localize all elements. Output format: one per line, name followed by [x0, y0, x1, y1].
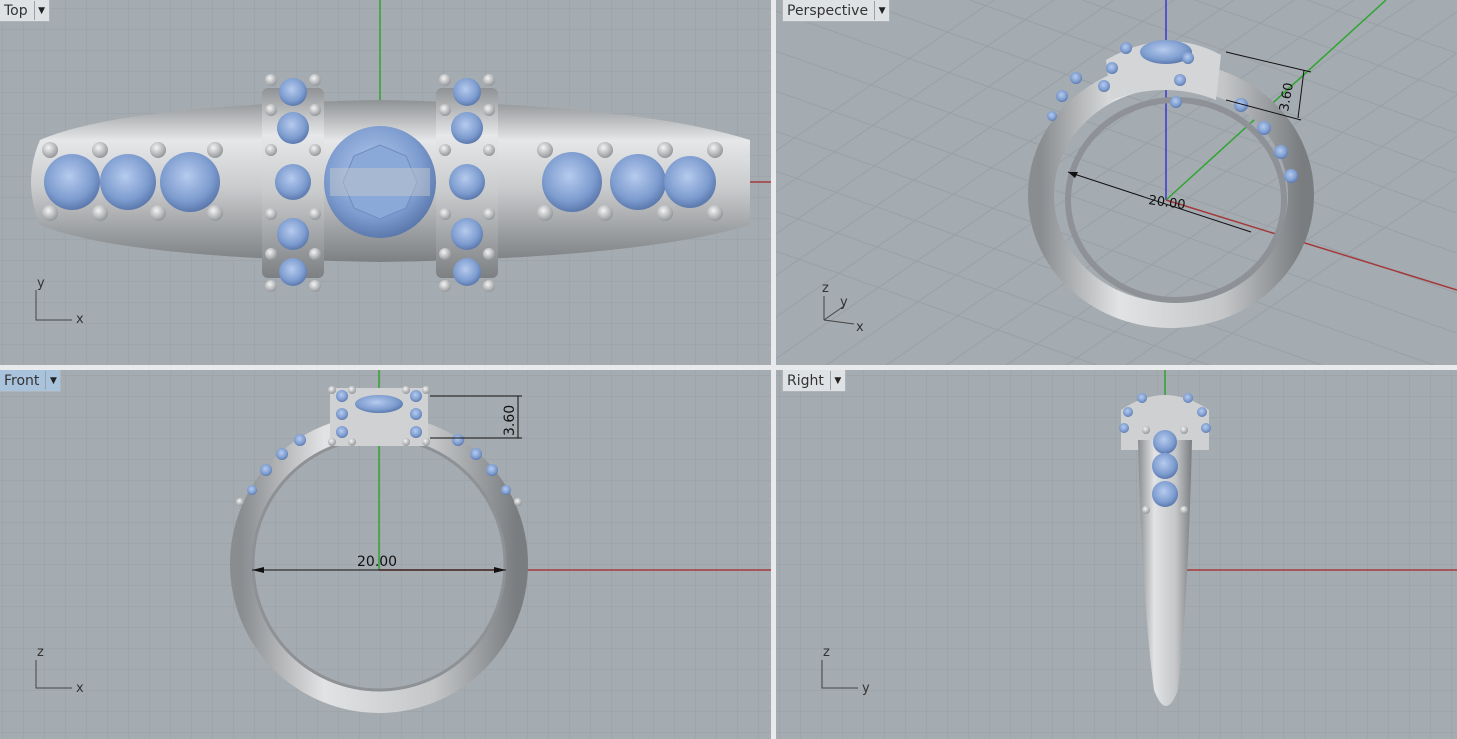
right-canvas[interactable]: z y [776, 370, 1457, 739]
viewport-label: Right [787, 372, 824, 389]
top-canvas[interactable]: y x [0, 0, 771, 365]
svg-text:z: z [823, 645, 830, 660]
viewport-title-right[interactable]: Right ▼ [782, 370, 846, 392]
svg-text:20.00: 20.00 [357, 554, 397, 570]
viewport-right[interactable]: z y Right ▼ [776, 370, 1457, 739]
svg-text:y: y [840, 295, 848, 310]
viewport-label: Top [4, 2, 28, 19]
viewport-title-front[interactable]: Front ▼ [0, 370, 62, 392]
viewport-divider-horizontal[interactable] [0, 365, 1457, 370]
viewport-perspective[interactable]: 20.00 3.60 z y x Perspective ▼ [776, 0, 1457, 365]
center-stone [324, 126, 436, 238]
svg-text:20.00: 20.00 [1147, 193, 1186, 213]
svg-text:x: x [76, 681, 84, 696]
svg-text:y: y [37, 276, 45, 291]
dimension-width-persp: 20.00 [1067, 171, 1252, 233]
chevron-down-icon[interactable]: ▼ [45, 371, 60, 390]
svg-text:3.60: 3.60 [1277, 82, 1297, 113]
svg-text:y: y [862, 681, 870, 696]
side-stones-left [44, 152, 220, 212]
chevron-down-icon[interactable]: ▼ [829, 371, 845, 390]
svg-text:x: x [76, 312, 84, 327]
svg-text:z: z [822, 281, 829, 296]
ring-perspective [1028, 40, 1314, 328]
axis-indicator-perspective: z y x [822, 281, 864, 335]
svg-text:z: z [37, 645, 44, 660]
viewport-title-top[interactable]: Top ▼ [0, 0, 50, 22]
svg-text:3.60: 3.60 [502, 405, 518, 436]
viewport-label: Perspective [787, 2, 869, 19]
viewport-title-perspective[interactable]: Perspective ▼ [782, 0, 891, 22]
viewport-front[interactable]: 20.00 3.60 z x Front ▼ [0, 370, 771, 739]
side-stones-right [542, 152, 716, 212]
svg-text:x: x [856, 320, 864, 335]
front-canvas[interactable]: 20.00 3.60 z x [0, 370, 771, 739]
chevron-down-icon[interactable]: ▼ [874, 1, 889, 20]
viewport-label: Front [4, 372, 40, 389]
perspective-canvas[interactable]: 20.00 3.60 z y x [776, 0, 1457, 365]
viewport-top[interactable]: y x Top ▼ [0, 0, 771, 365]
chevron-down-icon[interactable]: ▼ [33, 1, 49, 20]
